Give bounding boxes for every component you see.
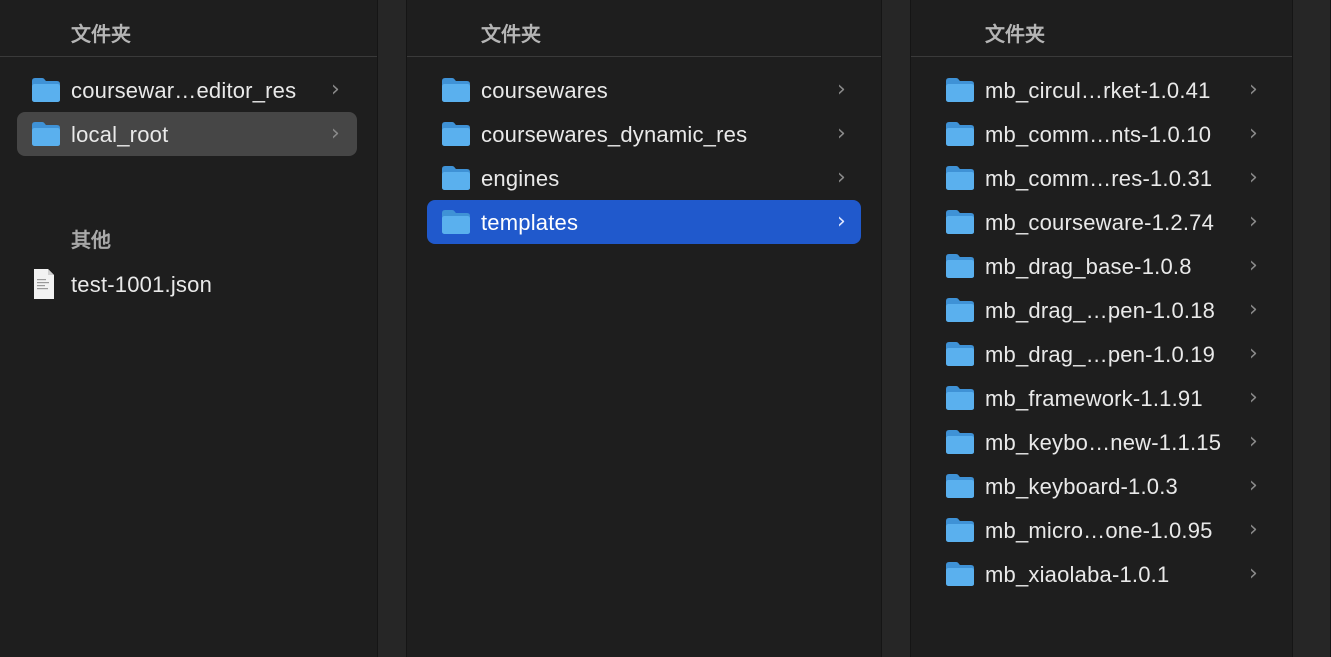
- list-item[interactable]: mb_drag_base-1.0.8 ›: [931, 244, 1271, 288]
- chevron-right-icon: ›: [331, 77, 340, 102]
- section-label-other: 其他: [71, 230, 111, 252]
- list-item[interactable]: mb_courseware-1.2.74 ›: [931, 200, 1271, 244]
- folder-icon: [946, 254, 974, 278]
- item-name: mb_drag_base-1.0.8: [985, 254, 1192, 279]
- folder-icon: [946, 386, 974, 410]
- chevron-right-icon: ›: [1249, 473, 1258, 498]
- list-item[interactable]: mb_comm…nts-1.0.10 ›: [931, 112, 1271, 156]
- list-item[interactable]: coursewar…editor_res ›: [17, 68, 357, 112]
- folder-icon: [32, 78, 60, 102]
- folder-icon: [442, 78, 470, 102]
- item-name: test-1001.json: [71, 272, 212, 297]
- column-2[interactable]: 文件夹 coursewares › coursewares_dynamic_re…: [407, 0, 881, 657]
- folder-icon: [946, 298, 974, 322]
- item-name: mb_courseware-1.2.74: [985, 210, 1215, 235]
- item-name: mb_framework-1.1.91: [985, 386, 1203, 411]
- chevron-right-icon: ›: [331, 121, 340, 146]
- list-item[interactable]: mb_keyboard-1.0.3 ›: [931, 464, 1271, 508]
- list-item[interactable]: mb_comm…res-1.0.31 ›: [931, 156, 1271, 200]
- item-name: local_root: [71, 122, 169, 147]
- list-item[interactable]: engines ›: [427, 156, 861, 200]
- folder-icon: [442, 166, 470, 190]
- chevron-right-icon: ›: [1249, 297, 1258, 322]
- folder-icon: [946, 518, 974, 542]
- list-item-selected[interactable]: local_root ›: [17, 112, 357, 156]
- column-2-header-label: 文件夹: [481, 24, 541, 46]
- item-name: mb_drag_…pen-1.0.19: [985, 342, 1216, 367]
- folder-icon: [946, 166, 974, 190]
- chevron-right-icon: ›: [837, 121, 846, 146]
- chevron-right-icon: ›: [1249, 121, 1258, 146]
- chevron-right-icon: ›: [837, 77, 846, 102]
- item-name: mb_xiaolaba-1.0.1: [985, 562, 1170, 587]
- folder-icon: [946, 122, 974, 146]
- chevron-right-icon: ›: [1249, 341, 1258, 366]
- item-name: templates: [481, 210, 579, 235]
- list-item-selected[interactable]: templates ›: [427, 200, 861, 244]
- column-2-header: 文件夹: [407, 2, 881, 57]
- item-name: mb_circul…rket-1.0.41: [985, 78, 1211, 103]
- item-name: mb_micro…one-1.0.95: [985, 518, 1213, 543]
- folder-icon: [946, 562, 974, 586]
- item-name: mb_comm…res-1.0.31: [985, 166, 1213, 191]
- list-item[interactable]: mb_micro…one-1.0.95 ›: [931, 508, 1271, 552]
- chevron-right-icon: ›: [1249, 209, 1258, 234]
- column-3[interactable]: 文件夹 mb_circul…rket-1.0.41 › mb_comm…nts-1.…: [911, 0, 1292, 657]
- chevron-right-icon: ›: [1249, 77, 1258, 102]
- chevron-right-icon: ›: [837, 165, 846, 190]
- column-3-header-label: 文件夹: [985, 24, 1045, 46]
- column-1[interactable]: 文件夹 coursewar…editor_res › local_root › …: [0, 0, 377, 657]
- item-name: mb_comm…nts-1.0.10: [985, 122, 1212, 147]
- folder-icon: [946, 78, 974, 102]
- chevron-right-icon: ›: [1249, 165, 1258, 190]
- chevron-right-icon: ›: [1249, 253, 1258, 278]
- chevron-right-icon: ›: [1249, 429, 1258, 454]
- item-name: mb_keyboard-1.0.3: [985, 474, 1178, 499]
- column-resize-gutter[interactable]: [1292, 0, 1331, 657]
- list-item[interactable]: mb_xiaolaba-1.0.1 ›: [931, 552, 1271, 596]
- folder-icon: [946, 342, 974, 366]
- item-name: coursewar…editor_res: [71, 78, 297, 103]
- folder-icon: [946, 210, 974, 234]
- folder-icon: [946, 430, 974, 454]
- list-item[interactable]: test-1001.json: [17, 262, 357, 306]
- finder-column-browser: 文件夹 coursewar…editor_res › local_root › …: [0, 0, 1331, 657]
- folder-icon: [32, 122, 60, 146]
- item-name: coursewares_dynamic_res: [481, 122, 748, 147]
- chevron-right-icon: ›: [1249, 517, 1258, 542]
- json-file-icon: [34, 269, 54, 299]
- list-item[interactable]: mb_circul…rket-1.0.41 ›: [931, 68, 1271, 112]
- chevron-right-icon: ›: [1249, 561, 1258, 586]
- list-item[interactable]: coursewares ›: [427, 68, 861, 112]
- chevron-right-icon: ›: [1249, 385, 1258, 410]
- column-resize-gutter[interactable]: [881, 0, 911, 657]
- chevron-right-icon: ›: [837, 209, 846, 234]
- folder-icon: [946, 474, 974, 498]
- column-3-header: 文件夹: [911, 2, 1292, 57]
- list-item[interactable]: mb_keybo…new-1.1.15 ›: [931, 420, 1271, 464]
- item-name: coursewares: [481, 78, 608, 103]
- item-name: engines: [481, 166, 560, 191]
- item-name: mb_keybo…new-1.1.15: [985, 430, 1222, 455]
- list-item[interactable]: coursewares_dynamic_res ›: [427, 112, 861, 156]
- folder-icon: [442, 122, 470, 146]
- column-1-header: 文件夹: [0, 2, 377, 57]
- list-item[interactable]: mb_framework-1.1.91 ›: [931, 376, 1271, 420]
- column-1-header-label: 文件夹: [71, 24, 131, 46]
- column-resize-gutter[interactable]: [377, 0, 407, 657]
- list-item[interactable]: mb_drag_…pen-1.0.19 ›: [931, 332, 1271, 376]
- list-item[interactable]: mb_drag_…pen-1.0.18 ›: [931, 288, 1271, 332]
- item-name: mb_drag_…pen-1.0.18: [985, 298, 1216, 323]
- folder-icon: [442, 210, 470, 234]
